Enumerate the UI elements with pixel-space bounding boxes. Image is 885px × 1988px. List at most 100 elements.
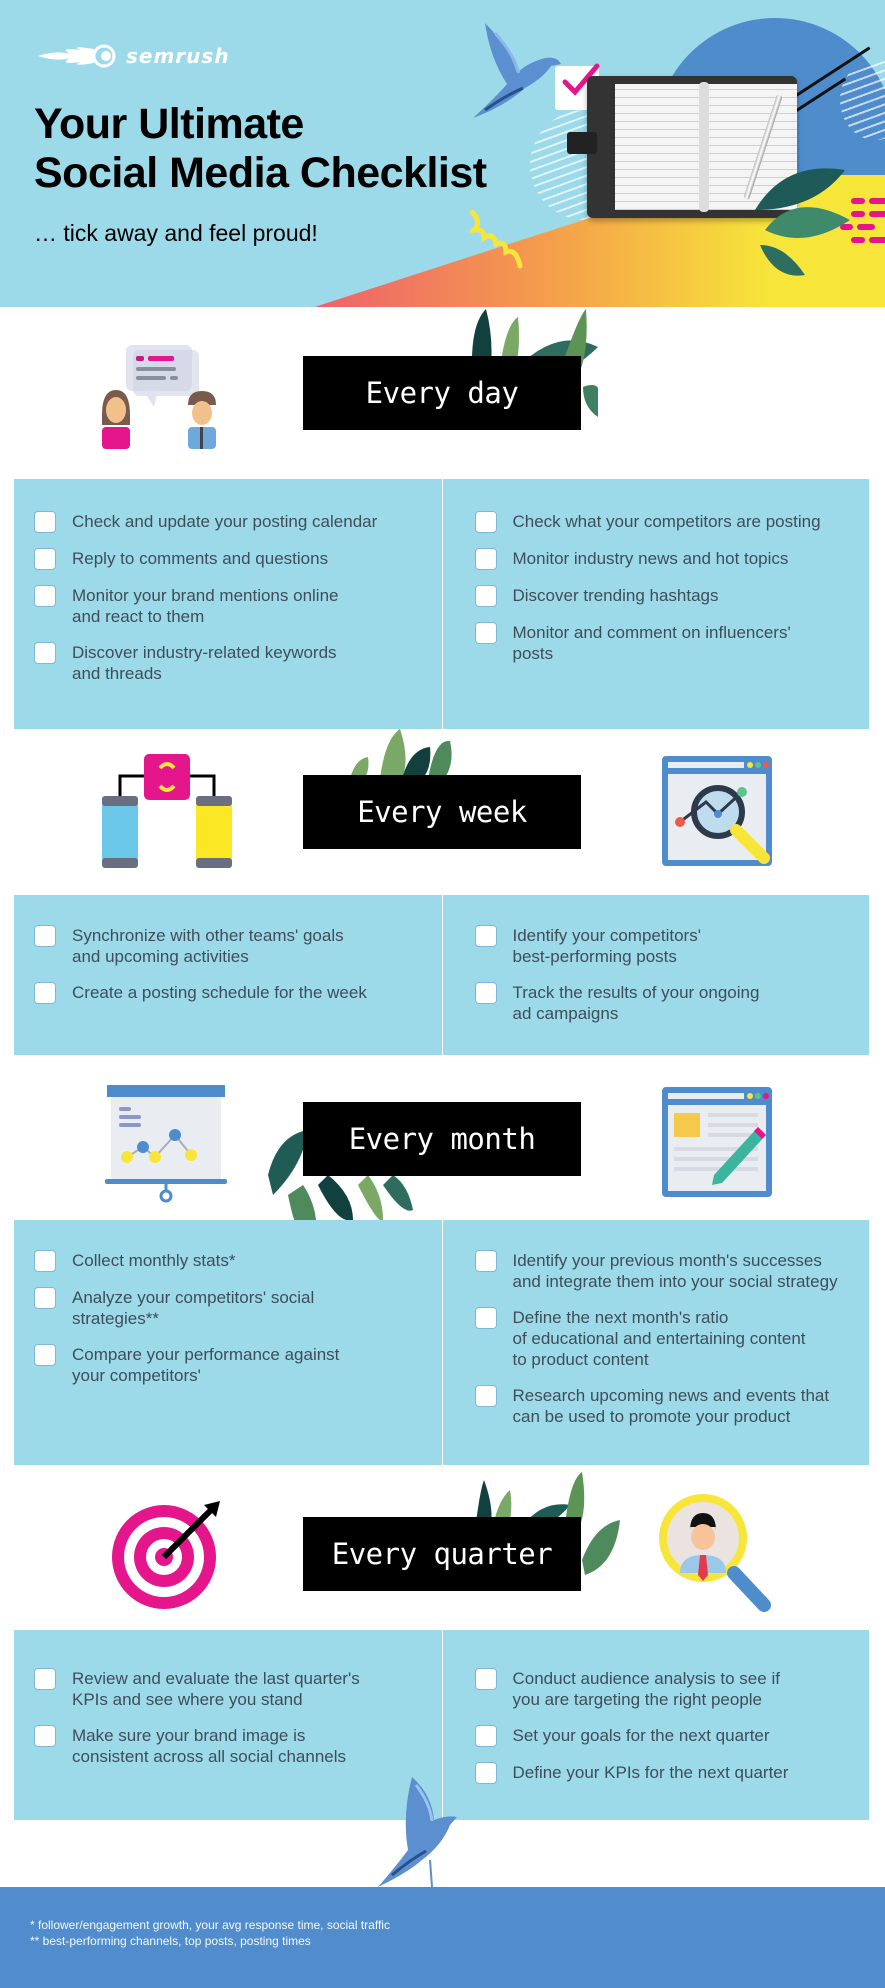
checkbox[interactable] (474, 982, 497, 1004)
checklist-item[interactable]: Collect monthly stats* (34, 1250, 442, 1272)
checkbox[interactable] (474, 585, 497, 607)
checkbox[interactable] (34, 925, 56, 947)
checkbox[interactable] (474, 511, 497, 533)
section-label: Every day (303, 356, 581, 430)
checklist-item[interactable]: Analyze your competitors' social strateg… (34, 1287, 442, 1329)
checklist-item-label: Compare your performance against your co… (72, 1345, 340, 1385)
user-search-icon (659, 1494, 771, 1612)
checklist-item-label: Create a posting schedule for the week (72, 983, 367, 1002)
checklist-item[interactable]: Review and evaluate the last quarter's K… (34, 1668, 442, 1710)
checkbox[interactable] (34, 585, 56, 607)
checklist-item-label: Review and evaluate the last quarter's K… (72, 1669, 360, 1709)
checklist-column-left: Check and update your posting calendar R… (14, 479, 442, 729)
checklist-column-right: Identify your previous month's successes… (441, 1220, 870, 1465)
checklist-item-label: Define your KPIs for the next quarter (512, 1763, 789, 1782)
checklist-item[interactable]: Create a posting schedule for the week (34, 982, 442, 1004)
checklist-item[interactable]: Identify your competitors' best-performi… (474, 925, 870, 967)
checkbox[interactable] (34, 511, 56, 533)
checklist-item-label: Monitor and comment on influencers' post… (512, 623, 791, 663)
checkbox[interactable] (34, 1250, 56, 1272)
checkbox[interactable] (34, 982, 56, 1004)
checkbox[interactable] (474, 1668, 497, 1690)
checkbox[interactable] (474, 622, 497, 644)
title-line-1: Your Ultimate (34, 100, 304, 148)
checklist-item[interactable]: Research upcoming news and events that c… (474, 1385, 870, 1427)
checklist-item-label: Make sure your brand image is consistent… (72, 1726, 347, 1766)
checklist-column-left: Synchronize with other teams' goals and … (14, 895, 442, 1055)
checkbox[interactable] (34, 1287, 56, 1309)
presentation-chart-icon (105, 1085, 227, 1203)
checklist-column-left: Collect monthly stats* Analyze your comp… (14, 1220, 442, 1465)
checklist-item-label: Monitor your brand mentions online and r… (72, 586, 339, 626)
section-every-week-header: Every week (0, 729, 885, 895)
checklist-item[interactable]: Discover trending hashtags (474, 585, 870, 607)
section-label: Every month (303, 1102, 581, 1176)
checklist-item[interactable]: Conduct audience analysis to see if you … (474, 1668, 870, 1710)
document-edit-icon (662, 1087, 772, 1197)
section-every-day-header: Every day (0, 307, 885, 479)
checkbox[interactable] (474, 1762, 497, 1784)
checkbox[interactable] (34, 1344, 56, 1366)
checklist-item[interactable]: Set your goals for the next quarter (474, 1725, 870, 1747)
checklist-item[interactable]: Monitor and comment on influencers' post… (474, 622, 870, 664)
bird-icon (473, 23, 561, 118)
checklist-item-label: Analyze your competitors' social strateg… (72, 1288, 315, 1328)
checkbox[interactable] (34, 548, 56, 570)
checklist-item[interactable]: Define the next month's ratio of educati… (474, 1307, 870, 1370)
checklist-item-label: Set your goals for the next quarter (512, 1726, 770, 1745)
checklist-item-label: Collect monthly stats* (72, 1251, 236, 1270)
section-every-month-header: Every month (0, 1055, 885, 1250)
checklist-item[interactable]: Check what your competitors are posting (474, 511, 870, 533)
checklist-item[interactable]: Synchronize with other teams' goals and … (34, 925, 442, 967)
footnotes: * follower/engagement growth, your avg r… (0, 1887, 885, 1988)
checkbox[interactable] (474, 1250, 497, 1272)
checklist-item[interactable]: Discover industry-related keywords and t… (34, 642, 442, 684)
section-label: Every quarter (303, 1517, 581, 1591)
checklist-item-label: Discover trending hashtags (512, 586, 719, 605)
flame-logo-icon (38, 44, 116, 68)
logo-wordmark: semrush (126, 44, 230, 68)
checklist-item[interactable]: Identify your previous month's successes… (474, 1250, 870, 1292)
checkbox[interactable] (474, 925, 497, 947)
checkbox[interactable] (474, 1307, 497, 1329)
checkbox[interactable] (474, 1725, 497, 1747)
checklist-item-label: Conduct audience analysis to see if you … (512, 1669, 780, 1709)
bird-icon (378, 1777, 457, 1888)
section-label: Every week (303, 775, 581, 849)
checkbox[interactable] (34, 642, 56, 664)
checklist-item[interactable]: Make sure your brand image is consistent… (34, 1725, 442, 1767)
checklist-item[interactable]: Monitor your brand mentions online and r… (34, 585, 442, 627)
checklist-column-right: Identify your competitors' best-performi… (441, 895, 870, 1055)
phone-sync-icon (102, 754, 232, 868)
checklist-item-label: Research upcoming news and events that c… (512, 1386, 830, 1426)
checklist-item[interactable]: Track the results of your ongoing ad cam… (474, 982, 870, 1024)
leaves-decoration (755, 168, 850, 276)
checkbox[interactable] (34, 1725, 56, 1747)
checklist-item[interactable]: Monitor industry news and hot topics (474, 548, 870, 570)
section-every-week-checklist: Synchronize with other teams' goals and … (14, 895, 869, 1055)
checklist-item-label: Track the results of your ongoing ad cam… (512, 983, 760, 1023)
checklist-item-label: Check and update your posting calendar (72, 512, 378, 531)
chat-people-icon (102, 345, 216, 449)
checklist-column-right: Conduct audience analysis to see if you … (441, 1630, 870, 1820)
checkbox[interactable] (474, 548, 497, 570)
checklist-item-label: Discover industry-related keywords and t… (72, 643, 337, 683)
section-every-month-checklist: Collect monthly stats* Analyze your comp… (14, 1220, 869, 1465)
checklist-item-label: Synchronize with other teams' goals and … (72, 926, 344, 966)
checklist-item[interactable]: Define your KPIs for the next quarter (474, 1762, 870, 1784)
checklist-item-label: Identify your competitors' best-performi… (512, 926, 701, 966)
checkbox[interactable] (474, 1385, 497, 1407)
checkbox[interactable] (34, 1668, 56, 1690)
checklist-item[interactable]: Reply to comments and questions (34, 548, 442, 570)
footnote: ** best-performing channels, top posts, … (30, 1934, 311, 1948)
checklist-column-right: Check what your competitors are posting … (441, 479, 870, 729)
checklist-item-label: Identify your previous month's successes… (512, 1251, 838, 1291)
header-banner: semrush Your Ultimate Social Media Check… (0, 0, 885, 307)
page-subtitle: … tick away and feel proud! (34, 220, 318, 246)
target-icon (112, 1501, 220, 1609)
checklist-item[interactable]: Compare your performance against your co… (34, 1344, 442, 1386)
checklist-item[interactable]: Check and update your posting calendar (34, 511, 442, 533)
browser-analytics-icon (662, 756, 772, 866)
semrush-logo[interactable]: semrush (36, 44, 230, 68)
yellow-squiggle (470, 210, 523, 269)
